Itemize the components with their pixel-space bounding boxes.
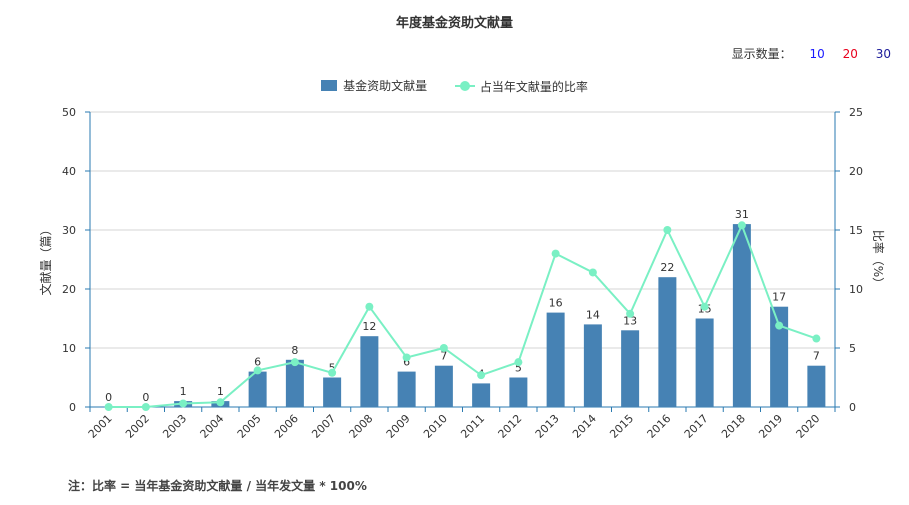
x-tick-label: 2012 xyxy=(496,412,525,441)
bar-value-label: 1 xyxy=(180,385,187,398)
bar xyxy=(732,224,751,407)
bar xyxy=(658,277,677,407)
x-tick-label: 2015 xyxy=(607,412,636,441)
rate-point xyxy=(812,334,821,343)
x-tick-label: 2007 xyxy=(309,412,338,441)
rate-point xyxy=(402,353,411,362)
x-tick-label: 2001 xyxy=(86,412,115,441)
y-tick-label-left: 20 xyxy=(62,283,76,296)
rate-point xyxy=(700,302,709,311)
rate-point xyxy=(328,368,337,377)
y-tick-label-left: 40 xyxy=(62,165,76,178)
x-tick-label: 2003 xyxy=(160,412,189,441)
rate-point xyxy=(365,302,374,311)
bar xyxy=(323,377,342,407)
bar xyxy=(583,324,602,407)
rate-point xyxy=(216,398,225,407)
rate-point xyxy=(514,358,523,367)
x-tick-label: 2020 xyxy=(794,412,823,441)
y-tick-label-right: 15 xyxy=(849,224,863,237)
x-tick-label: 2008 xyxy=(347,412,376,441)
x-tick-label: 2016 xyxy=(645,412,674,441)
rate-point xyxy=(179,399,188,408)
x-tick-label: 2002 xyxy=(123,412,152,441)
y-tick-label-left: 0 xyxy=(69,401,76,414)
x-tick-label: 2010 xyxy=(421,412,450,441)
bar-value-label: 0 xyxy=(142,391,149,404)
y-tick-label-right: 10 xyxy=(849,283,863,296)
bar xyxy=(695,318,714,407)
y-tick-label-right: 20 xyxy=(849,165,863,178)
rate-point xyxy=(663,226,672,234)
bar xyxy=(285,359,304,407)
x-tick-label: 2014 xyxy=(570,412,599,441)
rate-point xyxy=(477,371,486,380)
rate-point xyxy=(439,344,448,352)
x-tick-label: 2019 xyxy=(756,412,785,441)
rate-point xyxy=(104,403,113,411)
x-tick-label: 2009 xyxy=(384,412,413,441)
y-tick-label-left: 50 xyxy=(62,106,76,119)
x-tick-label: 2006 xyxy=(272,412,301,441)
y-tick-label-right: 5 xyxy=(849,342,856,355)
rate-point xyxy=(775,321,784,330)
y-tick-label-left: 10 xyxy=(62,342,76,355)
y-axis-title-left: 文献量（篇） xyxy=(38,223,53,295)
bar-value-label: 22 xyxy=(660,261,674,274)
bar-value-label: 7 xyxy=(813,350,820,363)
rate-point xyxy=(626,309,635,318)
bar xyxy=(546,312,565,407)
bar xyxy=(397,371,416,407)
bar xyxy=(509,377,528,407)
y-tick-label-left: 30 xyxy=(62,224,76,237)
chart-footnote: 注：比率 = 当年基金资助文献量 / 当年发文量 * 100% xyxy=(68,479,367,493)
y-axis-title-right: 比率（%） xyxy=(871,230,886,289)
x-tick-label: 2018 xyxy=(719,412,748,441)
rate-point xyxy=(588,268,597,277)
bar-value-label: 14 xyxy=(586,308,600,321)
x-tick-label: 2013 xyxy=(533,412,562,441)
rate-point xyxy=(290,358,299,367)
bar-value-label: 16 xyxy=(549,297,563,310)
x-tick-label: 2011 xyxy=(458,412,487,441)
rate-point xyxy=(737,221,746,230)
bar-value-label: 12 xyxy=(362,320,376,333)
bar-value-label: 0 xyxy=(105,391,112,404)
y-tick-label-right: 25 xyxy=(849,106,863,119)
x-tick-label: 2004 xyxy=(198,412,227,441)
rate-point xyxy=(253,366,262,375)
bar xyxy=(434,365,453,407)
rate-point xyxy=(551,249,560,258)
bar-value-label: 8 xyxy=(291,344,298,357)
x-tick-label: 2005 xyxy=(235,412,264,441)
bar xyxy=(360,336,379,407)
chart-canvas: 0 10 20 30 40 50 0 5 10 15 20 25 文献量（篇） 比率（%） 0 2001 0 20… xyxy=(38,106,886,441)
bar xyxy=(621,330,640,407)
rate-point xyxy=(141,403,150,411)
bar-value-label: 17 xyxy=(772,291,786,304)
y-tick-label-right: 0 xyxy=(849,401,856,414)
bar-value-label: 31 xyxy=(735,208,749,221)
bar xyxy=(807,365,826,407)
x-tick-label: 2017 xyxy=(682,412,711,441)
bar xyxy=(472,383,491,407)
bar-value-label: 1 xyxy=(217,385,224,398)
